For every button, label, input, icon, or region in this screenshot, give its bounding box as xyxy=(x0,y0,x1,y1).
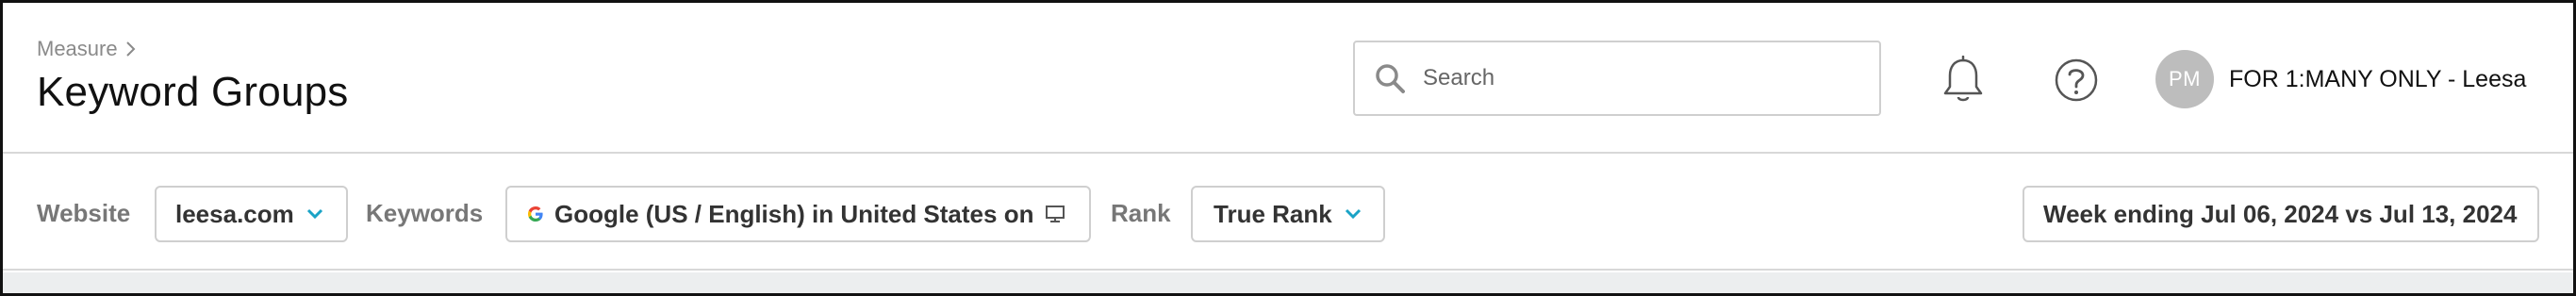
chevron-right-icon xyxy=(125,41,136,57)
chevron-down-icon xyxy=(306,208,322,220)
chevron-down-icon xyxy=(1345,208,1361,220)
website-value: leesa.com xyxy=(175,199,294,228)
search-icon xyxy=(1376,64,1405,93)
google-icon xyxy=(528,206,543,222)
filter-bar: Website leesa.com Keywords Google (US / … xyxy=(3,156,2573,271)
desktop-icon xyxy=(1046,206,1065,222)
help-icon[interactable] xyxy=(2054,58,2099,103)
date-range-dropdown[interactable]: Week ending Jul 06, 2024 vs Jul 13, 2024 xyxy=(2023,186,2539,242)
user-name[interactable]: FOR 1:MANY ONLY - Leesa xyxy=(2229,66,2526,93)
search-input[interactable] xyxy=(1423,65,1857,91)
rank-label: Rank xyxy=(1111,199,1171,227)
date-range-value: Week ending Jul 06, 2024 vs Jul 13, 2024 xyxy=(2043,199,2518,228)
page-title: Keyword Groups xyxy=(37,69,349,115)
breadcrumb-measure[interactable]: Measure xyxy=(37,37,118,61)
rank-value: True Rank xyxy=(1214,199,1332,228)
content-area xyxy=(3,272,2573,293)
avatar[interactable]: PM xyxy=(2155,50,2214,108)
keywords-label: Keywords xyxy=(366,199,484,227)
search-box[interactable] xyxy=(1353,41,1881,116)
keywords-dropdown[interactable]: Google (US / English) in United States o… xyxy=(505,186,1091,242)
rank-dropdown[interactable]: True Rank xyxy=(1191,186,1385,242)
breadcrumb[interactable]: Measure xyxy=(37,37,137,61)
page-header: Measure Keyword Groups PM FOR 1:MANY xyxy=(3,3,2573,154)
website-dropdown[interactable]: leesa.com xyxy=(155,186,348,242)
keywords-value: Google (US / English) in United States o… xyxy=(554,199,1034,228)
user-menu[interactable]: PM FOR 1:MANY ONLY - Leesa xyxy=(2155,48,2526,110)
bell-icon[interactable] xyxy=(1940,56,1986,105)
app-frame: Measure Keyword Groups PM FOR 1:MANY xyxy=(0,0,2576,296)
website-label: Website xyxy=(37,199,131,227)
